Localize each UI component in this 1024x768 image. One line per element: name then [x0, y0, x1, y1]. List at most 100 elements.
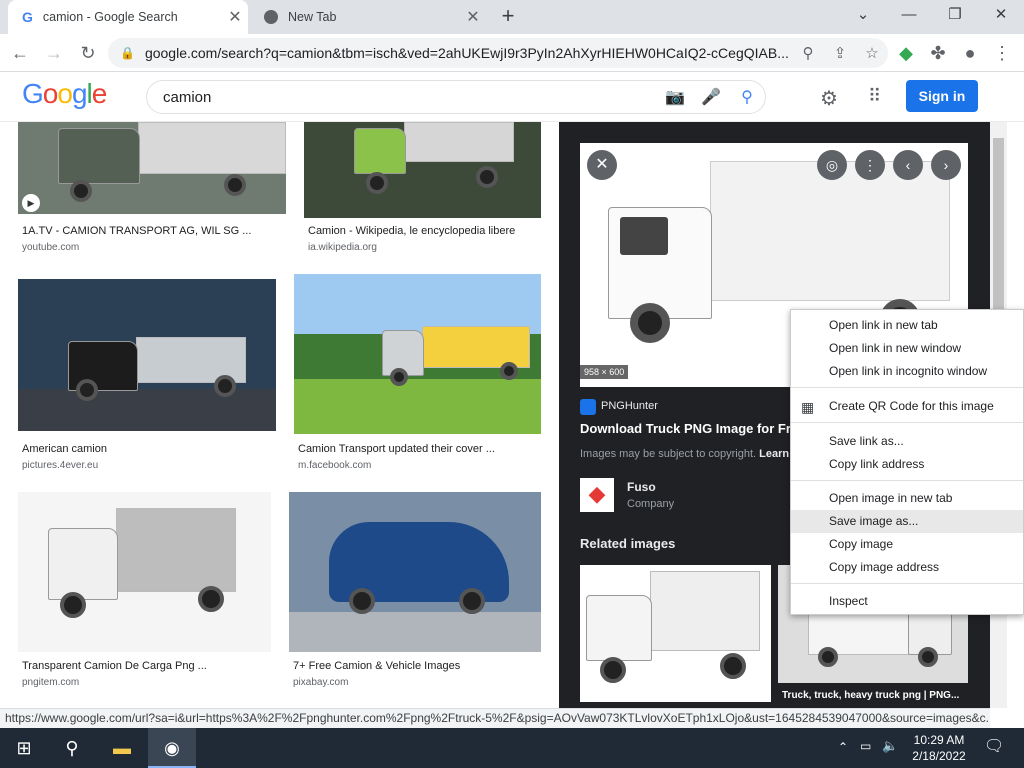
close-window-button[interactable]: ✕	[978, 0, 1024, 30]
menu-inspect[interactable]: Inspect	[791, 590, 1023, 613]
result-image[interactable]	[289, 492, 541, 652]
result-caption[interactable]: Camion Transport updated their cover ...	[298, 443, 558, 455]
menu-copy-image[interactable]: Copy image	[791, 533, 1023, 556]
copyright-notice: Images may be subject to copyright.	[580, 448, 757, 460]
clock-time: 10:29 AM	[913, 733, 965, 747]
clock-date: 2/18/2022	[912, 749, 966, 763]
previous-arrow-icon[interactable]: ‹	[893, 150, 923, 180]
result-caption[interactable]: American camion	[22, 443, 282, 455]
brand-type: Company	[627, 498, 675, 510]
menu-open-link-incognito[interactable]: Open link in incognito window	[791, 360, 1023, 383]
address-bar[interactable]: 🔒 google.com/search?q=camion&tbm=isch&ve…	[108, 38, 888, 68]
result-image[interactable]	[304, 122, 541, 218]
result-source: ia.wikipedia.org	[308, 242, 377, 253]
result-image[interactable]	[294, 274, 541, 434]
windows-start-icon[interactable]: ⊞	[0, 728, 48, 768]
tab-new-tab[interactable]: New Tab ✕	[250, 0, 486, 34]
search-input[interactable]: camion	[163, 89, 657, 106]
result-caption[interactable]: 1A.TV - CAMION TRANSPORT AG, WIL SG ...	[22, 225, 282, 237]
new-tab-button[interactable]: +	[494, 3, 522, 31]
share-icon[interactable]: ⇪	[824, 44, 856, 62]
google-favicon-icon: G	[22, 9, 33, 25]
menu-divider	[791, 480, 1023, 481]
microphone-icon[interactable]: 🎤	[693, 87, 729, 107]
extension-icon[interactable]: ◆	[892, 39, 920, 67]
site-name[interactable]: PNGHunter	[601, 400, 658, 412]
result-source: m.facebook.com	[298, 460, 372, 471]
restore-button[interactable]: ❐	[932, 0, 978, 30]
result-source: youtube.com	[22, 242, 80, 253]
dimensions-badge: 958 × 600	[580, 365, 629, 379]
menu-copy-image-address[interactable]: Copy image address	[791, 556, 1023, 579]
result-caption[interactable]: Transparent Camion De Carga Png ...	[22, 660, 282, 672]
more-options-icon[interactable]: ⋮	[855, 150, 885, 180]
site-favicon-icon	[580, 399, 596, 415]
close-tab-icon[interactable]: ✕	[460, 7, 486, 27]
google-header: Google camion 📷 🎤 ⚲ ⚙ ⠿ Sign in	[0, 72, 1024, 122]
menu-save-link-as[interactable]: Save link as...	[791, 430, 1023, 453]
search-box[interactable]: camion 📷 🎤 ⚲	[146, 80, 766, 114]
chevron-up-icon[interactable]: ⌃	[838, 740, 848, 754]
sign-in-button[interactable]: Sign in	[906, 80, 978, 112]
learn-more-link[interactable]: Learn	[759, 448, 789, 460]
tab-google-search[interactable]: G camion - Google Search ✕	[8, 0, 248, 34]
menu-copy-link-address[interactable]: Copy link address	[791, 453, 1023, 476]
profile-avatar-icon[interactable]: ●	[956, 39, 984, 67]
browser-toolbar: ← → ↻ 🔒 google.com/search?q=camion&tbm=i…	[0, 34, 1024, 72]
menu-open-link-new-tab[interactable]: Open link in new tab	[791, 314, 1023, 337]
result-image[interactable]	[18, 492, 271, 652]
menu-open-image-new-tab[interactable]: Open image in new tab	[791, 487, 1023, 510]
result-source: pixabay.com	[293, 677, 349, 688]
next-arrow-icon[interactable]: ›	[931, 150, 961, 180]
tab-strip: G camion - Google Search ✕ New Tab ✕ + ⌄…	[0, 0, 1024, 34]
chevron-down-icon[interactable]: ⌄	[840, 0, 886, 30]
menu-open-link-new-window[interactable]: Open link in new window	[791, 337, 1023, 360]
volume-icon[interactable]: 🔈	[882, 738, 898, 754]
related-caption[interactable]: Truck, truck, heavy truck png | PNG...	[782, 690, 959, 701]
chrome-icon[interactable]: ◉	[148, 728, 196, 768]
camera-icon[interactable]: 📷	[657, 87, 693, 107]
result-source: pictures.4ever.eu	[22, 460, 99, 471]
menu-divider	[791, 387, 1023, 388]
play-icon: ▶	[22, 194, 40, 212]
close-tab-icon[interactable]: ✕	[222, 7, 248, 27]
related-image[interactable]	[580, 565, 771, 702]
lock-icon: 🔒	[120, 46, 135, 60]
gear-icon[interactable]: ⚙	[820, 86, 838, 111]
tab-title: camion - Google Search	[42, 10, 178, 24]
reload-icon[interactable]: ↻	[74, 39, 102, 67]
lens-search-icon[interactable]: ◎	[817, 150, 847, 180]
search-icon[interactable]: ⚲	[729, 87, 765, 107]
google-logo[interactable]: Google	[22, 78, 107, 110]
url-text[interactable]: google.com/search?q=camion&tbm=isch&ved=…	[145, 45, 792, 61]
result-caption[interactable]: Camion - Wikipedia, le encyclopedia libe…	[308, 225, 568, 237]
menu-create-qr-code[interactable]: Create QR Code for this image	[791, 395, 1023, 418]
close-icon[interactable]: ✕	[587, 150, 617, 180]
brand-name[interactable]: Fuso	[627, 480, 656, 494]
back-arrow-icon[interactable]: ←	[6, 39, 34, 67]
file-explorer-icon[interactable]: ▬	[98, 728, 146, 768]
result-caption[interactable]: 7+ Free Camion & Vehicle Images	[293, 660, 553, 672]
taskbar: ⊞ ⚲ ▬ ◉ ⌃ ▭ 🔈 10:29 AM 2/18/2022 🗨	[0, 728, 1024, 768]
tab-title: New Tab	[288, 10, 337, 24]
apps-grid-icon[interactable]: ⠿	[868, 86, 881, 107]
result-image[interactable]	[18, 279, 276, 431]
network-icon[interactable]: ▭	[860, 739, 871, 753]
clock[interactable]: 10:29 AM 2/18/2022	[900, 732, 978, 764]
minimize-button[interactable]: —	[886, 0, 932, 30]
more-menu-icon[interactable]: ⋮	[988, 39, 1016, 67]
menu-divider	[791, 583, 1023, 584]
preview-title[interactable]: Download Truck PNG Image for Fre	[580, 421, 798, 436]
forward-arrow-icon[interactable]: →	[40, 39, 68, 67]
menu-divider	[791, 422, 1023, 423]
scrollbar-thumb[interactable]	[993, 138, 1004, 313]
status-bar-url: https://www.google.com/url?sa=i&url=http…	[0, 708, 990, 728]
related-heading: Related images	[580, 536, 676, 551]
puzzle-extensions-icon[interactable]: ✤	[924, 39, 952, 67]
notification-icon[interactable]: 🗨	[984, 736, 1004, 756]
search-icon[interactable]: ⚲	[48, 728, 96, 768]
bookmark-star-icon[interactable]: ☆	[856, 44, 888, 62]
menu-save-image-as[interactable]: Save image as...	[791, 510, 1023, 533]
zoom-search-icon[interactable]: ⚲	[792, 44, 824, 62]
result-image[interactable]: ▶	[18, 122, 286, 214]
